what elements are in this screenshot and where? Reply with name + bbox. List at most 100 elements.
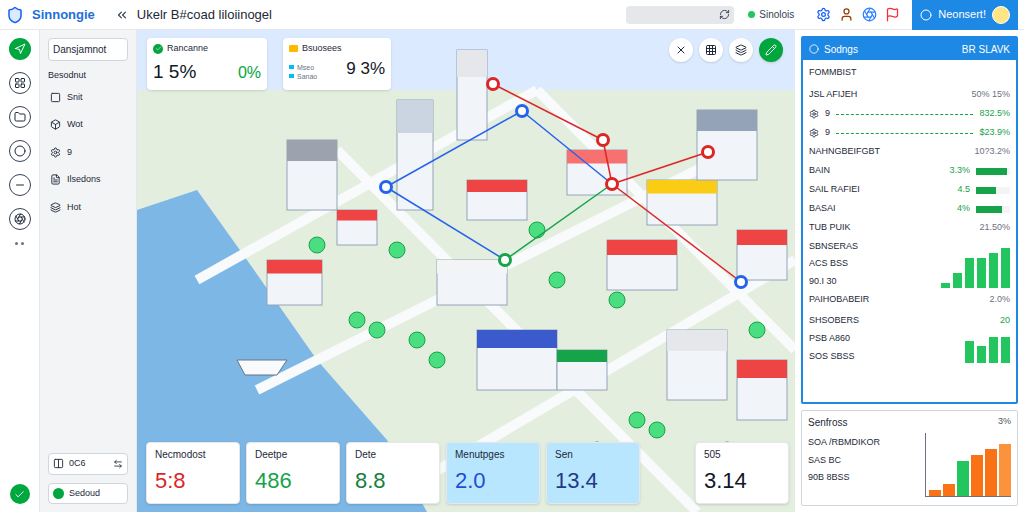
chart-label: 90.I 30 <box>809 275 858 289</box>
refresh-icon[interactable] <box>719 9 730 20</box>
map-pin[interactable] <box>515 104 529 118</box>
flag-icon[interactable] <box>885 7 900 22</box>
item-icon <box>50 202 61 213</box>
sidebar-button[interactable]: Sedoud <box>48 483 128 505</box>
trend-bar <box>929 490 941 496</box>
profile-icon[interactable] <box>839 7 854 22</box>
metric-tile[interactable]: Sen13.4 <box>546 442 640 504</box>
page-title: Ukelr B#coad liloiinogel <box>137 5 272 25</box>
pencil-icon <box>765 44 777 56</box>
icon-rail <box>0 30 40 512</box>
chart-label: ACS BSS <box>809 257 858 271</box>
rail-item[interactable] <box>9 38 31 60</box>
button-dot <box>53 488 64 499</box>
orange-square <box>289 45 298 52</box>
trend-label: 90B 8BSS <box>808 471 880 485</box>
rail-item[interactable] <box>9 72 31 94</box>
sidebar-item[interactable]: Snit <box>48 89 128 107</box>
trend-chart <box>925 433 1011 497</box>
rail-icon <box>14 43 26 55</box>
map-area[interactable]: Rancanne1 5%0%BsuoseesMseoSanao9 3%Necmo… <box>137 30 795 512</box>
trend-line <box>836 114 973 115</box>
stat-row: SHSOBERS20 <box>809 311 1010 330</box>
chart-bar <box>989 253 998 288</box>
trend-value: 3% <box>998 415 1011 429</box>
control-icon <box>705 44 717 56</box>
edit-button[interactable] <box>759 38 783 62</box>
stat-row: 9832.5% <box>809 105 1010 124</box>
map-control[interactable] <box>699 38 723 62</box>
item-icon <box>50 147 61 158</box>
gear-icon <box>809 109 819 119</box>
metric-tile[interactable]: 5053.14 <box>695 442 789 504</box>
sidebar-item[interactable]: Wot <box>48 116 128 134</box>
more-dots[interactable] <box>15 242 24 245</box>
map-pin[interactable] <box>701 145 715 159</box>
map-pin[interactable] <box>596 133 610 147</box>
map-pin[interactable] <box>486 77 500 91</box>
rail-item[interactable] <box>9 174 31 196</box>
metric-tile[interactable]: Menutpges2.0 <box>446 442 540 504</box>
level-bar <box>976 187 1010 194</box>
rail-check[interactable] <box>10 484 30 504</box>
item-icon <box>50 92 61 103</box>
sidebar: DansjamnotBesodnutSnitWot9IlsedonsHot0C6… <box>40 30 137 512</box>
search-field[interactable] <box>626 6 734 24</box>
status: Sinolois <box>748 7 794 22</box>
item-icon <box>50 174 61 185</box>
chart-label: SBNSERAS <box>809 240 858 254</box>
card-line: Mseo <box>289 63 317 72</box>
settings-icon[interactable] <box>816 7 831 22</box>
trend-title: Senfross <box>808 415 880 430</box>
map-pin[interactable] <box>605 177 619 191</box>
chart-label: PSB A860 <box>809 332 855 346</box>
trend-bar <box>999 444 1011 496</box>
control-icon <box>675 44 687 56</box>
chart-bar <box>941 283 950 288</box>
rail-icon <box>14 77 26 89</box>
network-icon[interactable] <box>862 7 877 22</box>
sidebar-footer[interactable]: 0C6 <box>48 453 128 475</box>
control-icon <box>735 44 747 56</box>
stats-card: SodngsBR SLAVKFOMMBISTJSL AFIJEH50% 15%9… <box>801 36 1018 404</box>
check-icon <box>14 489 25 500</box>
chart-bar <box>965 341 974 363</box>
map-pin[interactable] <box>734 275 748 289</box>
trend-card: SenfrossSOA /RBMDIKORSAS BC90B 8BSS3% <box>801 410 1018 506</box>
rail-item[interactable] <box>9 106 31 128</box>
swap-icon <box>113 459 123 469</box>
user-status-icon <box>920 9 932 21</box>
sidebar-item[interactable]: Hot <box>48 199 128 217</box>
avatar[interactable] <box>992 6 1010 24</box>
panel-icon <box>53 458 64 469</box>
chart-bar <box>1001 248 1010 288</box>
collapse-icon[interactable] <box>115 8 129 22</box>
rail-item[interactable] <box>9 140 31 162</box>
chart-bar <box>1001 337 1010 363</box>
stat-row: PAIHOBABEIR2.0% <box>809 290 1010 309</box>
stat-row: 9$23.9% <box>809 124 1010 143</box>
chart-bar <box>953 273 962 288</box>
stat-row: BAIN3.3% <box>809 162 1010 181</box>
item-icon <box>50 119 61 130</box>
sidebar-item[interactable]: 9 <box>48 144 128 162</box>
trend-label: SOA /RBMDIKOR <box>808 436 880 450</box>
sidebar-header[interactable]: Dansjamnot <box>48 38 128 61</box>
map-pin[interactable] <box>498 253 512 267</box>
map-control[interactable] <box>669 38 693 62</box>
metric-tile[interactable]: Deetpe486 <box>246 442 340 504</box>
card-line: Sanao <box>289 72 317 81</box>
sidebar-item[interactable]: Ilsedons <box>48 171 128 189</box>
trend-bar <box>971 455 983 495</box>
map-pin[interactable] <box>379 180 393 194</box>
stat-card: BsuoseesMseoSanao9 3% <box>283 38 391 90</box>
rail-item[interactable] <box>9 208 31 230</box>
user-button[interactable]: Neonsert! <box>912 0 1018 30</box>
map-control[interactable] <box>729 38 753 62</box>
metric-tile[interactable]: Necmodost5:8 <box>146 442 240 504</box>
metric-tile[interactable]: Dete8.8 <box>346 442 440 504</box>
trend-bar <box>957 461 969 496</box>
stat-row: SAIL RAFIEI4.5 <box>809 181 1010 200</box>
rail-icon <box>14 179 26 191</box>
rail-icon <box>14 111 26 123</box>
